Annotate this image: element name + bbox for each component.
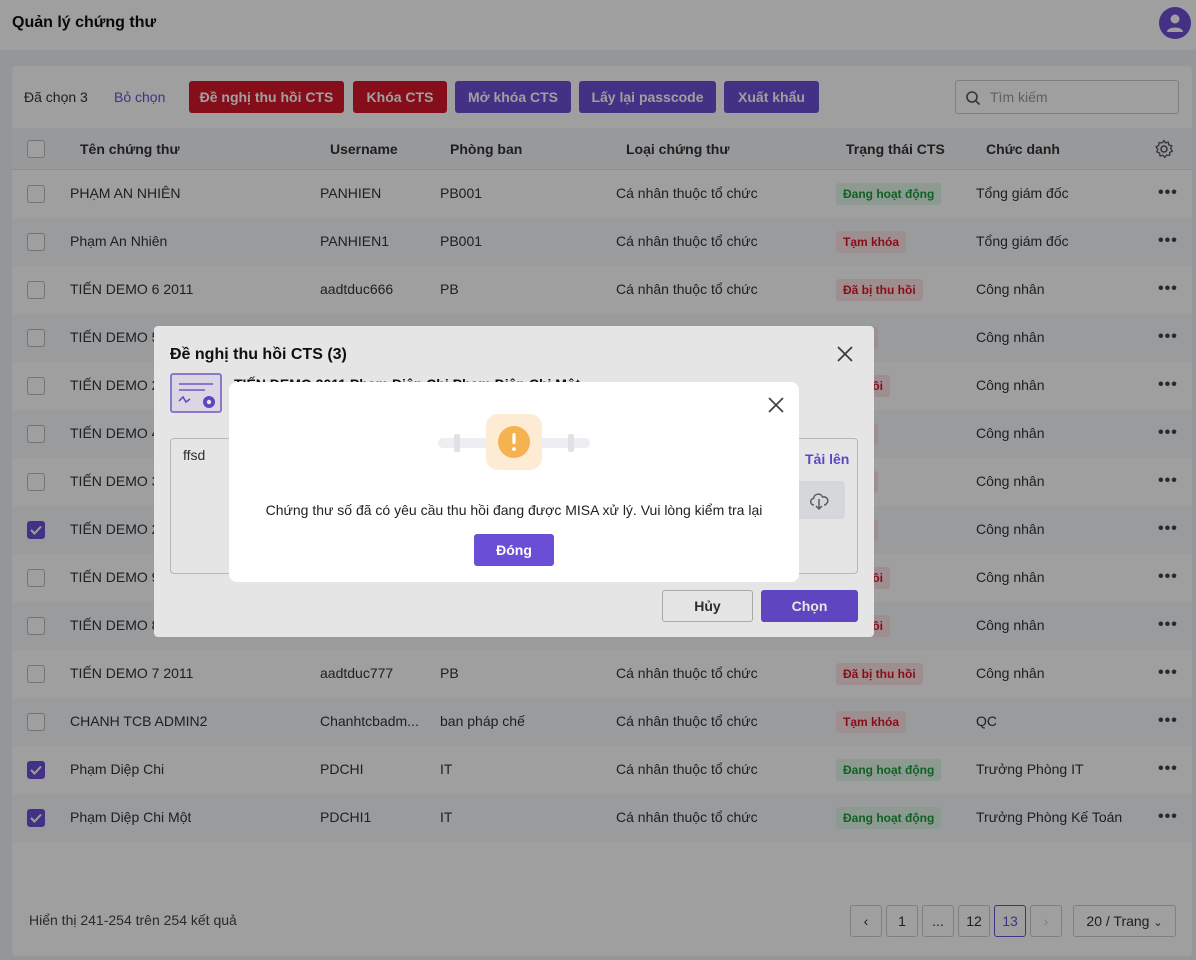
close-alert-button[interactable]: Đóng <box>474 534 554 566</box>
alert-message: Chứng thư số đã có yêu cầu thu hồi đang … <box>265 502 763 518</box>
alert-dialog: Chứng thư số đã có yêu cầu thu hồi đang … <box>229 382 799 582</box>
warning-icon <box>438 414 590 470</box>
close-icon[interactable] <box>767 396 785 414</box>
